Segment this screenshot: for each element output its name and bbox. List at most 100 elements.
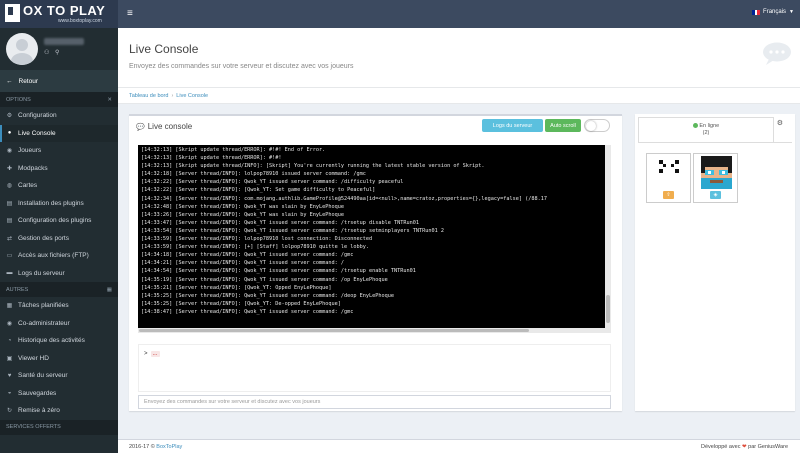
vertical-scrollbar[interactable] <box>605 145 611 333</box>
player-rank-badge: ⇧ <box>663 191 674 199</box>
sidebar-item-remise-a-zero[interactable]: ↻ Remise à zéro <box>0 402 118 420</box>
sidebar-item-configuration-des-plugins[interactable]: ▤ Configuration des plugins <box>0 212 118 230</box>
sidebar-item-icon: ◍ <box>6 183 13 190</box>
back-button[interactable]: ← Retour <box>0 70 118 92</box>
sidebar-item-label: Logs du serveur <box>18 269 65 277</box>
sidebar-item-label: Gestion des ports <box>18 234 69 242</box>
sidebar-section-title: OPTIONS <box>6 96 31 103</box>
console-line: [14:32:18] [Server thread/INFO]: lolpop7… <box>141 171 366 178</box>
sidebar-item-icon: ▣ <box>6 355 13 362</box>
console-line: [14:35:21] [Server thread/INFO]: [Qwok_Y… <box>141 284 332 291</box>
sidebar-item-label: Remise à zéro <box>18 407 60 415</box>
sidebar-item-icon: ▭ <box>6 253 13 260</box>
console-lines: [14:32:13] [Skript update thread/ERROR]:… <box>141 146 608 316</box>
language-selector[interactable]: Français ▼ <box>752 9 794 15</box>
sidebar-item-modpacks[interactable]: ✚ Modpacks <box>0 160 118 178</box>
sidebar-item-label: Co-administrateur <box>18 319 70 327</box>
console-line: [14:33:59] [Server thread/INFO]: [+] [St… <box>141 244 369 251</box>
console-line: [14:35:25] [Server thread/INFO]: Qwok_YT… <box>141 292 394 299</box>
sidebar-item-icon: ✚ <box>6 165 13 172</box>
breadcrumb-home[interactable]: Tableau de bord <box>129 93 168 99</box>
sidebar-item-icon: ▦ <box>6 303 13 310</box>
page-title: Live Console <box>129 42 199 56</box>
console-line: [14:35:19] [Server thread/INFO]: Qwok_YT… <box>141 276 388 283</box>
sidebar-item-gestion-des-ports[interactable]: ⇄ Gestion des ports <box>0 230 118 248</box>
user-name-blurred <box>44 38 84 45</box>
console-line: [14:33:26] [Server thread/INFO]: Qwok_YT… <box>141 211 345 218</box>
console-line: [14:35:25] [Server thread/INFO]: [Qwok_Y… <box>141 300 341 307</box>
auto-scroll-button[interactable]: Auto scroll <box>545 119 581 132</box>
user-panel: ⚇ ⚲ <box>0 28 118 70</box>
sidebar-item-sauvegardes[interactable]: ◒ Sauvegardes <box>0 385 118 403</box>
server-logs-button[interactable]: Logs du serveur <box>482 119 543 132</box>
sidebar-item-cartes[interactable]: ◍ Cartes <box>0 177 118 195</box>
user-status-icons[interactable]: ⚇ ⚲ <box>44 49 61 56</box>
back-label: Retour <box>18 77 39 85</box>
sidebar-item-icon: ▬ <box>6 270 13 277</box>
player-card[interactable]: ⇧ <box>646 153 691 203</box>
heart-icon: ❤ <box>742 444 747 450</box>
sidebar-item-label: Installation des plugins <box>18 199 84 207</box>
sidebar-item-live-console[interactable]: ● Live Console <box>0 124 118 142</box>
company-link[interactable]: BoxToPlay <box>156 444 182 450</box>
sidebar-item-label: Configuration <box>18 112 57 120</box>
player-head-icon <box>701 156 732 189</box>
horizontal-scrollbar[interactable] <box>138 328 605 333</box>
sidebar-item-taches-planifiees[interactable]: ▦ Tâches planifiées <box>0 297 118 315</box>
brand-url: www.boxtoplay.com <box>58 18 102 24</box>
comment-icon: 💬 <box>136 123 145 131</box>
sidebar-item-icon: ♥ <box>7 372 12 379</box>
console-title: 💬 Live console <box>136 122 192 131</box>
console-line: [14:34:54] [Server thread/INFO]: Qwok_YT… <box>141 268 416 275</box>
console-line: [14:33:47] [Server thread/INFO]: Qwok_YT… <box>141 219 419 226</box>
sidebar-item-historique-des-activites[interactable]: ◔ Historique des activités <box>0 332 118 350</box>
tab-divider <box>638 142 792 143</box>
sidebar-item-co-administrateur[interactable]: ◉ Co-administrateur <box>0 315 118 333</box>
tab-online[interactable]: En ligne (2) <box>638 117 774 142</box>
sidebar-item-viewer-hd[interactable]: ▣ Viewer HD <box>0 350 118 368</box>
sidebar-item-label: Historique des activités <box>18 337 85 345</box>
auto-scroll-toggle[interactable] <box>584 119 610 132</box>
brand-logo[interactable]: OX TO PLAY www.boxtoplay.com <box>0 0 118 28</box>
arrow-left-icon: ← <box>6 77 13 85</box>
sidebar-item-acces-aux-fichiers-ftp[interactable]: ▭ Accès aux fichiers (FTP) <box>0 247 118 265</box>
breadcrumb-separator: › <box>171 92 174 99</box>
sidebar-item-icon: ↻ <box>6 408 13 415</box>
chevron-down-icon: ▼ <box>789 9 794 15</box>
sidebar-section-header: OPTIONS ✕ <box>0 92 118 107</box>
credit-suffix: par GeniusWare <box>748 444 788 450</box>
footer-copyright: 2016-17 © BoxToPlay <box>129 444 182 450</box>
footer: 2016-17 © BoxToPlay Développé avec ❤ par… <box>118 439 800 453</box>
player-card[interactable]: ◈ <box>693 153 738 203</box>
sidebar-item-icon: ◉ <box>6 320 13 327</box>
gear-icon[interactable]: ⚙ <box>777 119 783 127</box>
sidebar-item-icon: ◉ <box>6 148 13 155</box>
console-line: [14:32:13] [Skript update thread/ERROR]:… <box>141 147 326 153</box>
sidebar-item-configuration[interactable]: ⚙ Configuration <box>0 107 118 125</box>
breadcrumb: Tableau de bord › Live Console <box>118 87 800 104</box>
console-line: [14:32:34] [Server thread/INFO]: com.moj… <box>141 195 548 202</box>
avatar <box>6 33 38 65</box>
sidebar-item-label: Modpacks <box>18 164 48 172</box>
sidebar-item-icon: ⚙ <box>6 113 13 120</box>
sidebar-section-title: SERVICES OFFERTS <box>6 424 61 430</box>
sidebar-section-header: SERVICES OFFERTS <box>0 419 118 435</box>
console-line: [14:33:54] [Server thread/INFO]: Qwok_YT… <box>141 227 444 234</box>
console-title-text: Live console <box>147 122 193 131</box>
live-console-box: 💬 Live console Logs du serveur Auto scro… <box>129 114 622 411</box>
hamburger-menu-icon[interactable]: ≡ <box>127 8 133 19</box>
command-input[interactable] <box>138 395 611 409</box>
sidebar-item-joueurs[interactable]: ◉ Joueurs <box>0 142 118 160</box>
credit-prefix: Développé avec <box>701 444 741 450</box>
server-logs-label: Logs du serveur <box>492 122 533 129</box>
online-status-dot <box>692 123 698 129</box>
sidebar-item-sante-du-serveur[interactable]: ♥ Santé du serveur <box>0 367 118 385</box>
breadcrumb-current: Live Console <box>176 92 209 99</box>
sidebar-item-installation-des-plugins[interactable]: ▤ Installation des plugins <box>0 195 118 213</box>
sidebar-item-icon: ⇄ <box>6 235 13 242</box>
wrench-icon: ✕ <box>107 96 112 103</box>
console-line: [14:32:22] [Server thread/INFO]: Qwok_YT… <box>141 179 404 186</box>
sidebar-nav: OPTIONS ✕ ⚙ Configuration ● Live Console ◉ Joue… <box>0 92 118 435</box>
sidebar-item-logs-du-serveur[interactable]: ▬ Logs du serveur <box>0 265 118 283</box>
console-output[interactable]: [14:32:13] [Skript update thread/ERROR]:… <box>138 145 611 333</box>
